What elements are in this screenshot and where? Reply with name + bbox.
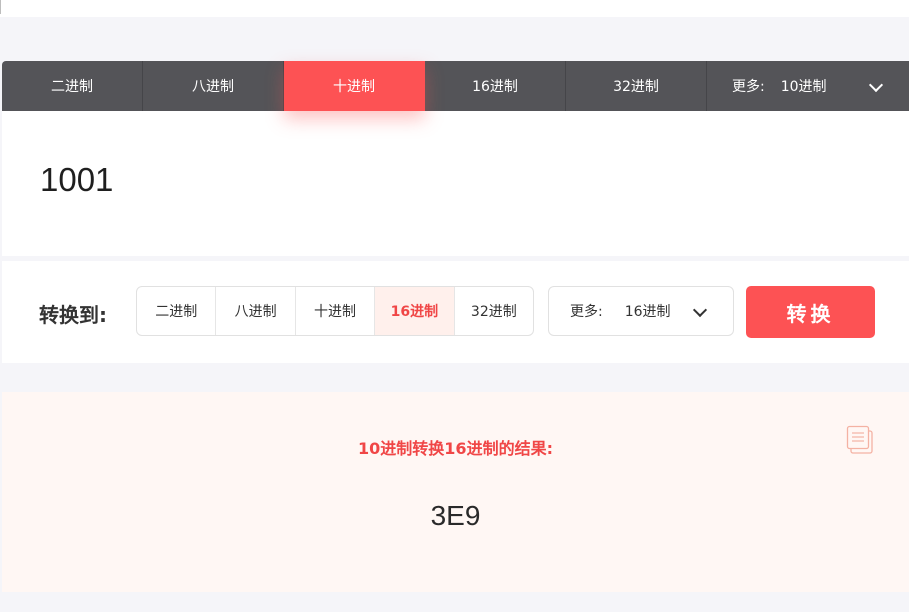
source-base-tabs: 二进制 八进制 十进制 16进制 32进制 更多: 10进制 <box>2 61 909 111</box>
number-input-panel <box>2 111 909 256</box>
target-more-value: 16进制 <box>624 304 671 320</box>
result-value: 3E9 <box>430 500 481 531</box>
source-more-label: 更多: <box>732 79 765 95</box>
result-title: 10进制转换16进制的结果: <box>358 439 553 458</box>
convert-to-row: 转换到: 二进制 八进制 十进制 16进制 32进制 更多: 16进制 转换 <box>2 261 909 363</box>
window-edge-mark <box>0 0 1 14</box>
target-tab-base32[interactable]: 32进制 <box>455 287 533 335</box>
source-tab-binary[interactable]: 二进制 <box>2 61 143 111</box>
result-panel: 10进制转换16进制的结果: 3E9 <box>2 392 909 592</box>
source-tab-decimal[interactable]: 十进制 <box>284 61 425 111</box>
source-more-value: 10进制 <box>780 79 827 95</box>
target-tab-binary[interactable]: 二进制 <box>137 287 217 335</box>
target-more-dropdown[interactable]: 更多: 16进制 <box>548 286 734 336</box>
source-more-dropdown[interactable]: 更多: 10进制 <box>707 61 909 111</box>
target-tab-octal[interactable]: 八进制 <box>216 287 296 335</box>
convert-button[interactable]: 转换 <box>746 286 875 338</box>
target-tab-decimal[interactable]: 十进制 <box>296 287 376 335</box>
number-input[interactable] <box>40 161 860 199</box>
target-tab-hex[interactable]: 16进制 <box>375 287 455 335</box>
source-tab-hex[interactable]: 16进制 <box>425 61 566 111</box>
top-strip <box>0 0 909 17</box>
target-more-label: 更多: <box>570 304 603 320</box>
copy-icon[interactable] <box>846 425 874 455</box>
chevron-down-icon <box>692 302 708 318</box>
target-base-tabs: 二进制 八进制 十进制 16进制 32进制 <box>136 286 534 336</box>
chevron-down-icon <box>868 77 884 93</box>
source-tab-octal[interactable]: 八进制 <box>143 61 284 111</box>
source-tab-base32[interactable]: 32进制 <box>566 61 707 111</box>
convert-to-label: 转换到: <box>39 303 107 327</box>
